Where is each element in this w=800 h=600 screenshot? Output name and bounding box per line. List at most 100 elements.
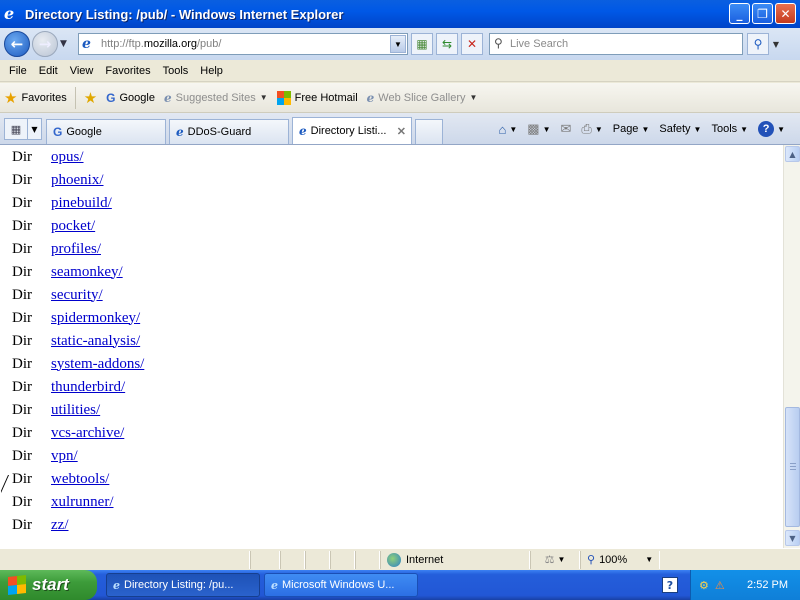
scroll-up-button[interactable]: ▲ [785,146,800,162]
status-segment [355,550,380,569]
scroll-thumb[interactable] [785,407,800,527]
favorites-button[interactable]: ★ Favorites [4,86,76,109]
favorite-suggested-sites[interactable]: e Suggested Sites ▼ [164,91,268,105]
directory-link[interactable]: thunderbird/ [51,379,125,396]
tab-list-dropdown[interactable]: ▼ [28,118,42,140]
read-mail-button[interactable]: ✉ [558,121,575,137]
protected-mode-button[interactable]: ⚖ ▼ [530,550,580,569]
status-segment [330,550,355,569]
network-icon[interactable]: ⚙ [699,579,709,592]
address-dropdown-button[interactable]: ▼ [390,35,406,53]
scroll-down-button[interactable]: ▼ [785,530,800,546]
page-menu-button[interactable]: Page ▼ [610,123,653,135]
search-options-dropdown[interactable]: ▼ [769,40,783,49]
menu-tools[interactable]: Tools [157,65,195,77]
close-button[interactable]: ✕ [775,3,796,24]
directory-link[interactable]: spidermonkey/ [51,310,140,327]
directory-link[interactable]: pinebuild/ [51,195,112,212]
quick-tabs-button[interactable]: ▦ [4,118,28,140]
directory-link[interactable]: vpn/ [51,448,78,465]
tab-google[interactable]: G Google [46,119,166,144]
home-button[interactable]: ⌂ ▼ [496,122,521,137]
clock[interactable]: 2:52 PM [747,579,788,591]
menu-file[interactable]: File [3,65,33,77]
menu-edit[interactable]: Edit [33,65,64,77]
help-menu-button[interactable]: ? ▼ [755,121,788,137]
security-alert-icon[interactable]: ⚠ [715,579,725,592]
directory-link[interactable]: xulrunner/ [51,494,113,511]
search-input[interactable]: ⚲ Live Search [489,33,743,55]
entry-type: Dir [12,263,32,280]
mouse-cursor [0,475,8,493]
list-item: Dir system-addons/ [12,353,144,375]
zoom-control[interactable]: ⚲ 100% ▼ [580,550,661,569]
close-tab-icon[interactable]: ✕ [397,125,406,138]
directory-link[interactable]: phoenix/ [51,172,104,189]
address-field[interactable]: e http://ftp.mozilla.org/pub/ ▼ [78,33,408,55]
mail-icon: ✉ [560,121,572,136]
forward-button[interactable]: → [32,31,58,57]
back-button[interactable]: ← [4,31,30,57]
directory-link[interactable]: system-addons/ [51,356,144,373]
favorites-bar: ★ Favorites ★ G Google e Suggested Sites… [0,83,800,113]
menu-help[interactable]: Help [194,65,229,77]
list-item: Dir thunderbird/ [12,376,125,398]
directory-link[interactable]: static-analysis/ [51,333,140,350]
entry-type: Dir [12,470,32,487]
tab-directory-listing[interactable]: e Directory Listi... ✕ [292,117,412,144]
directory-link[interactable]: profiles/ [51,241,101,258]
favorite-web-slice-gallery[interactable]: e Web Slice Gallery ▼ [367,91,478,105]
tools-menu-button[interactable]: Tools ▼ [708,123,751,135]
help-notification-icon[interactable]: ? [662,577,678,593]
tab-label: DDoS-Guard [187,126,252,138]
minimize-button[interactable]: _ [729,3,750,24]
print-button[interactable]: ⎙ ▼ [578,121,605,137]
list-item: Dir pinebuild/ [12,192,112,214]
compatibility-view-button[interactable]: ▦ [411,33,433,55]
directory-link[interactable]: webtools/ [51,471,109,488]
chevron-down-icon: ▼ [641,124,650,134]
restore-button[interactable]: ❐ [752,3,773,24]
status-segment [280,550,305,569]
directory-link[interactable]: opus/ [51,149,84,166]
tab-label: Google [66,126,102,138]
menu-view[interactable]: View [64,65,100,77]
chevron-down-icon: ▼ [777,124,785,134]
tab-ddos-guard[interactable]: e DDoS-Guard [169,119,289,144]
directory-link[interactable]: seamonkey/ [51,264,123,281]
favorite-label: Google [119,91,155,104]
directory-link[interactable]: zz/ [51,517,68,534]
directory-link[interactable]: utilities/ [51,402,100,419]
title-bar[interactable]: e Directory Listing: /pub/ - Windows Int… [0,0,800,28]
zone-label: Internet [406,553,444,566]
add-to-favorites-bar-icon[interactable]: ★ [84,89,97,107]
stop-button[interactable]: ✕ [461,33,483,55]
entry-type: Dir [12,194,32,211]
start-button[interactable]: start [0,570,97,600]
favorite-label: Web Slice Gallery [378,91,466,104]
recent-pages-dropdown[interactable]: ▼ [60,39,72,49]
chevron-down-icon: ▼ [594,124,603,134]
feeds-button[interactable]: ▩ ▼ [524,121,553,137]
safety-menu-button[interactable]: Safety ▼ [656,123,704,135]
zoom-icon: ⚲ [587,554,596,566]
directory-link[interactable]: vcs-archive/ [51,425,124,442]
search-go-button[interactable]: ⚲ [747,33,769,55]
taskbar-button-windows-update[interactable]: e Microsoft Windows U... [264,573,418,597]
favorite-free-hotmail[interactable]: Free Hotmail [276,90,358,105]
refresh-button[interactable]: ⇆ [436,33,458,55]
directory-link[interactable]: pocket/ [51,218,95,235]
tab-bar: ▦ ▼ G Google e DDoS-Guard e Directory Li… [0,113,800,145]
security-zone[interactable]: Internet [380,550,530,569]
list-item: Dir pocket/ [12,215,95,237]
new-tab-button[interactable] [415,119,443,144]
list-item: Dir vcs-archive/ [12,422,124,444]
vertical-scrollbar[interactable]: ▲ ▼ [783,145,800,548]
menu-favorites[interactable]: Favorites [99,65,156,77]
list-item: Dir seamonkey/ [12,261,123,283]
directory-link[interactable]: security/ [51,287,103,304]
search-placeholder: Live Search [510,38,569,50]
favorite-google[interactable]: G Google [106,91,155,105]
google-icon: G [53,125,63,139]
taskbar-button-directory-listing[interactable]: e Directory Listing: /pu... [106,573,260,597]
